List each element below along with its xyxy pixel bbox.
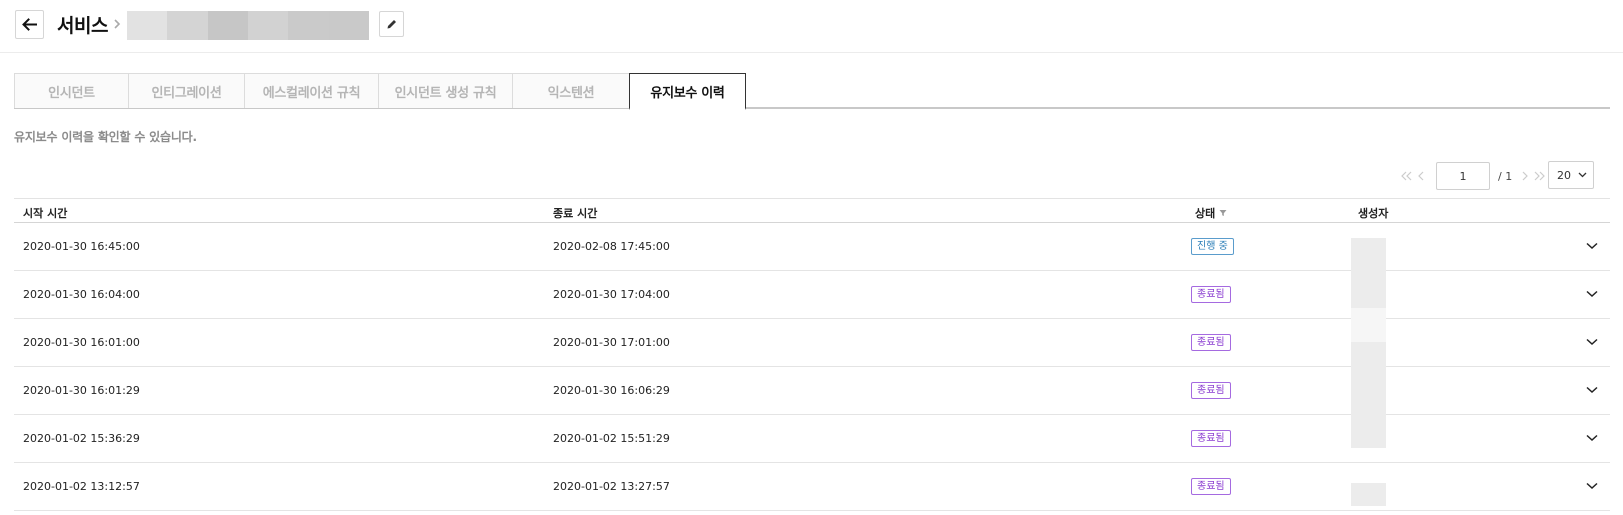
page-size-select[interactable]: 20	[1548, 161, 1594, 189]
tab-bar: 인시던트 인티그레이션 에스컬레이션 규칙 인시던트 생성 규칙 익스텐션 유지…	[14, 73, 1610, 110]
creator-redacted	[1351, 238, 1386, 308]
tab-maintenance-history[interactable]: 유지보수 이력	[629, 73, 746, 110]
end-time: 2020-01-30 16:06:29	[553, 384, 670, 397]
next-page-icon[interactable]	[1518, 166, 1532, 186]
page-size-value: 20	[1557, 168, 1571, 182]
start-time: 2020-01-30 16:01:00	[23, 336, 140, 349]
status-badge: 종료됨	[1191, 286, 1231, 303]
service-name-redacted	[127, 11, 369, 40]
creator-redacted	[1351, 483, 1386, 506]
status-badge: 종료됨	[1191, 430, 1231, 447]
tab-integration[interactable]: 인티그레이션	[128, 73, 245, 108]
end-time: 2020-01-02 13:27:57	[553, 480, 670, 493]
start-time: 2020-01-02 13:12:57	[23, 480, 140, 493]
status-badge: 종료됨	[1191, 478, 1231, 495]
page-title: 서비스	[57, 15, 108, 37]
tab-description: 유지보수 이력을 확인할 수 있습니다.	[14, 130, 197, 144]
chevron-down-icon	[1578, 172, 1587, 178]
end-time: 2020-01-30 17:04:00	[553, 288, 670, 301]
status-badge: 진행 중	[1191, 238, 1234, 255]
tab-extension[interactable]: 익스텐션	[512, 73, 630, 108]
pencil-icon	[387, 20, 396, 29]
filter-icon[interactable]	[1219, 209, 1227, 217]
header-status[interactable]: 상태	[1195, 205, 1227, 221]
header-start-time: 시작 시간	[23, 207, 68, 220]
page-total: / 1	[1498, 169, 1513, 183]
start-time: 2020-01-30 16:45:00	[23, 240, 140, 253]
last-page-icon[interactable]	[1532, 166, 1546, 186]
header-end-time: 종료 시간	[553, 207, 598, 220]
expand-chevron-icon[interactable]	[1585, 479, 1599, 493]
arrow-left-icon	[22, 18, 37, 31]
start-time: 2020-01-30 16:04:00	[23, 288, 140, 301]
tab-escalation-rules[interactable]: 에스컬레이션 규칙	[244, 73, 379, 108]
expand-chevron-icon[interactable]	[1585, 383, 1599, 397]
expand-chevron-icon[interactable]	[1585, 287, 1599, 301]
status-badge: 종료됨	[1191, 334, 1231, 351]
tab-incident-creation-rules[interactable]: 인시던트 생성 규칙	[378, 73, 513, 108]
header-creator: 생성자	[1358, 207, 1389, 220]
creator-redacted	[1351, 342, 1386, 448]
first-page-icon[interactable]	[1400, 166, 1414, 186]
end-time: 2020-01-30 17:01:00	[553, 336, 670, 349]
start-time: 2020-01-30 16:01:29	[23, 384, 140, 397]
table-header: 시작 시간 종료 시간 상태 생성자	[14, 198, 1610, 223]
end-time: 2020-01-02 15:51:29	[553, 432, 670, 445]
expand-chevron-icon[interactable]	[1585, 431, 1599, 445]
expand-chevron-icon[interactable]	[1585, 239, 1599, 253]
status-badge: 종료됨	[1191, 382, 1231, 399]
prev-page-icon[interactable]	[1414, 166, 1428, 186]
header-status-label: 상태	[1195, 207, 1216, 220]
creator-redacted	[1351, 308, 1386, 342]
expand-chevron-icon[interactable]	[1585, 335, 1599, 349]
start-time: 2020-01-02 15:36:29	[23, 432, 140, 445]
back-button[interactable]	[15, 10, 44, 39]
pagination: / 1	[1400, 161, 1546, 191]
page-number-input[interactable]	[1436, 162, 1490, 190]
edit-button[interactable]	[379, 11, 404, 37]
page-header: 서비스	[0, 0, 1623, 53]
end-time: 2020-02-08 17:45:00	[553, 240, 670, 253]
chevron-right-icon	[110, 14, 124, 34]
tab-incident[interactable]: 인시던트	[14, 73, 129, 108]
